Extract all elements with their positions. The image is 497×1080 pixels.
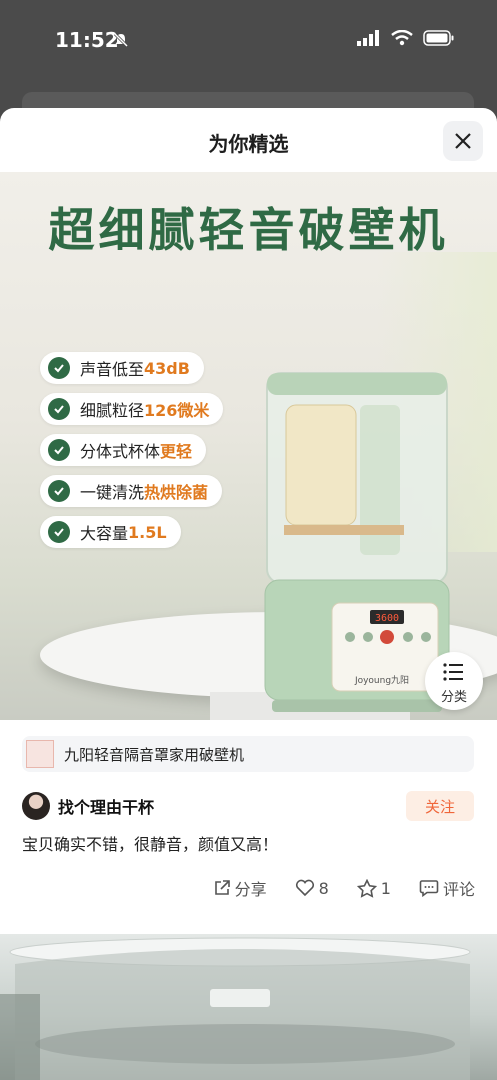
feature-badge: 细腻粒径 126微米 <box>40 393 224 425</box>
follow-button[interactable]: 关注 <box>406 791 474 821</box>
feature-highlight: 43dB <box>144 358 190 378</box>
wifi-icon <box>391 30 413 46</box>
product-thumbnail <box>26 740 54 768</box>
check-icon <box>48 357 70 379</box>
comment-label: 评论 <box>442 880 475 899</box>
feature-highlight: 热烘除菌 <box>144 483 209 502</box>
product-hero-image[interactable]: 超细腻轻音破壁机 声音低至 43dB 细腻粒径 126微米 分体式杯体 更轻 一键清洗… <box>0 172 497 720</box>
feature-highlight: 126微米 <box>144 401 210 420</box>
feature-text: 大容量 <box>80 524 129 543</box>
blender-closeup-illustration <box>0 937 471 1080</box>
share-button[interactable]: 分享 <box>213 876 267 900</box>
author-row: 找个理由干杯 关注 <box>22 791 474 821</box>
heart-icon <box>295 879 314 897</box>
signal-icon <box>357 30 379 46</box>
like-button[interactable]: 8 <box>295 879 329 898</box>
feature-text: 声音低至 <box>80 360 145 379</box>
list-icon <box>443 663 463 681</box>
blender-illustration: 3600 Joyoung九阳 <box>264 372 450 712</box>
feature-highlight: 1.5L <box>128 522 167 542</box>
category-filter-button[interactable]: 分类 <box>425 652 483 710</box>
battery-icon <box>423 30 454 46</box>
share-label: 分享 <box>234 880 267 899</box>
favorite-count: 1 <box>380 878 391 898</box>
like-count: 8 <box>318 878 329 898</box>
check-icon <box>48 521 70 543</box>
comment-icon <box>419 880 439 897</box>
feature-text: 一键清洗 <box>80 483 145 502</box>
close-button[interactable] <box>443 121 483 161</box>
next-post-image[interactable] <box>0 934 497 1080</box>
check-icon <box>48 398 70 420</box>
sheet-title: 为你精选 <box>208 132 289 156</box>
status-bar: 11:52 <box>0 0 497 100</box>
feature-list: 声音低至 43dB 细腻粒径 126微米 分体式杯体 更轻 一键清洗 热烘除菌 大容量 1… <box>40 352 224 557</box>
feature-badge: 分体式杯体 更轻 <box>40 434 207 466</box>
feature-text: 分体式杯体 <box>80 442 161 461</box>
action-bar: 分享 8 1 评论 <box>213 876 475 900</box>
sheet-header: 为你精选 <box>0 108 497 172</box>
author-name[interactable]: 找个理由干杯 <box>58 794 154 818</box>
feature-badge: 声音低至 43dB <box>40 352 204 384</box>
feature-highlight: 更轻 <box>160 442 193 461</box>
muted-bell-icon <box>113 32 129 48</box>
star-icon <box>356 878 377 898</box>
share-icon <box>214 880 230 895</box>
status-time: 11:52 <box>55 28 119 52</box>
avatar[interactable] <box>22 792 50 820</box>
feature-text: 细腻粒径 <box>80 401 145 420</box>
background-page <box>22 92 474 108</box>
favorite-button[interactable]: 1 <box>356 878 391 898</box>
hero-title: 超细腻轻音破壁机 <box>48 203 449 257</box>
blender-brand: Joyoung九阳 <box>354 675 409 686</box>
feature-badge: 大容量 1.5L <box>40 516 181 548</box>
check-icon <box>48 480 70 502</box>
close-icon <box>455 133 471 149</box>
check-icon <box>48 439 70 461</box>
review-text: 宝贝确实不错，很静音，颜值又高！ <box>22 835 279 854</box>
blender-display: 3600 <box>375 613 399 624</box>
recommend-sheet: 为你精选 超细腻轻音破壁机 声音低至 43dB 细腻粒径 126微米 分体式杯体更 <box>0 108 497 1080</box>
product-name: 九阳轻音隔音罩家用破壁机 <box>64 745 245 764</box>
feature-badge: 一键清洗 热烘除菌 <box>40 475 223 507</box>
comment-button[interactable]: 评论 <box>419 876 475 900</box>
product-link[interactable]: 九阳轻音隔音罩家用破壁机 <box>22 736 474 772</box>
category-filter-label: 分类 <box>440 690 467 705</box>
